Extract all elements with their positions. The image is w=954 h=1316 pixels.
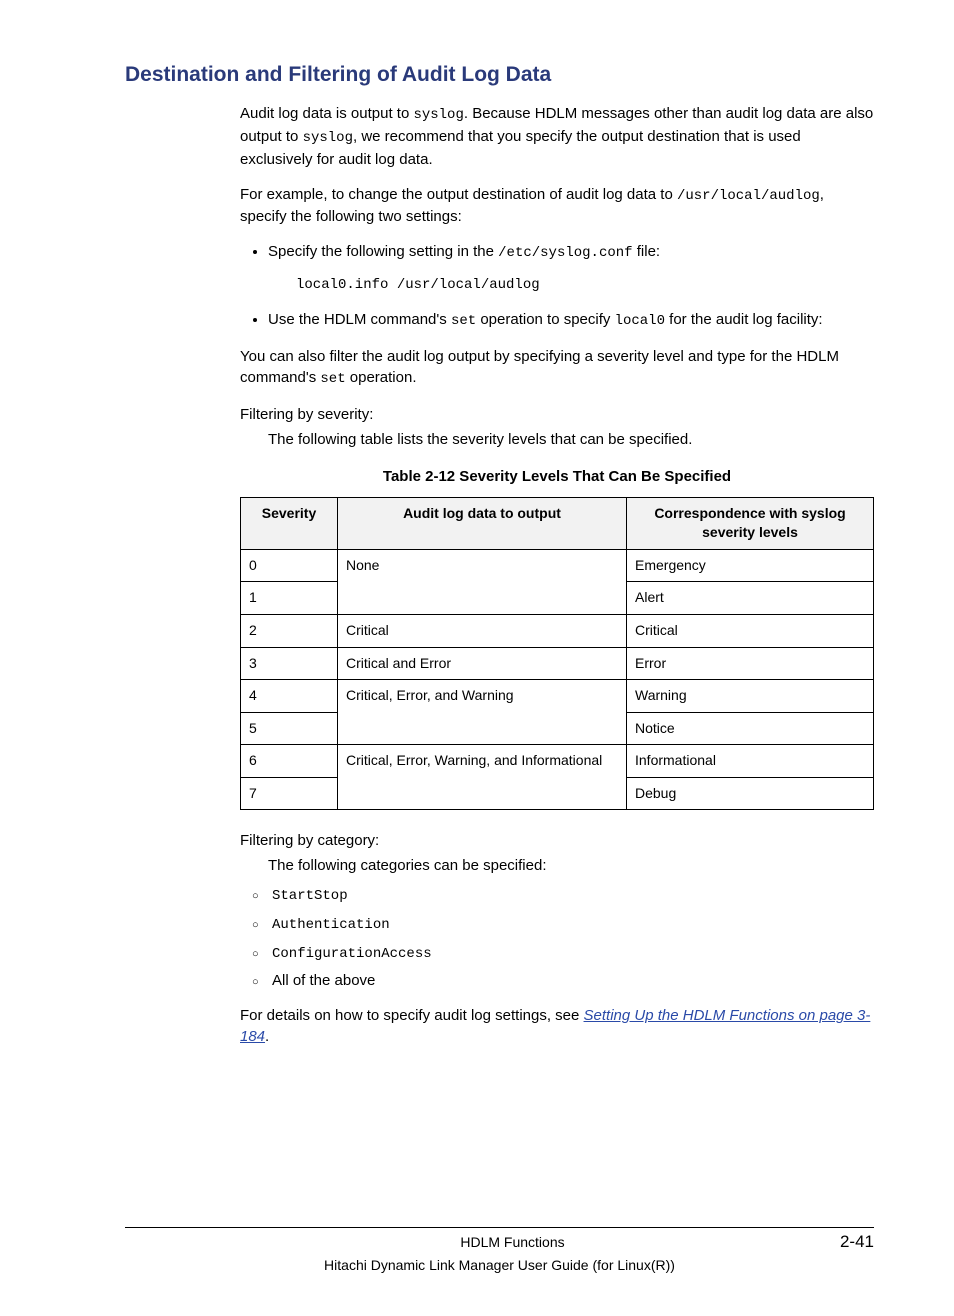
footer-book-title: Hitachi Dynamic Link Manager User Guide … [125, 1256, 874, 1276]
cell-severity: 3 [241, 647, 338, 680]
section-heading: Destination and Filtering of Audit Log D… [125, 60, 884, 89]
code-file: /etc/syslog.conf [498, 245, 632, 261]
cell-correspondence: Informational [627, 745, 874, 778]
cell-severity: 7 [241, 777, 338, 810]
filter-severity-term: Filtering by severity: [240, 404, 874, 425]
cell-output [338, 777, 627, 810]
text: For example, to change the output destin… [240, 186, 677, 203]
cell-output: Critical, Error, Warning, and Informatio… [338, 745, 627, 778]
cell-correspondence: Warning [627, 680, 874, 713]
table-row: 4Critical, Error, and WarningWarning [241, 680, 874, 713]
text: . [265, 1028, 269, 1045]
table-header-row: Severity Audit log data to output Corres… [241, 497, 874, 549]
code-set: set [320, 371, 345, 387]
text: Specify the following setting in the [268, 243, 498, 260]
list-item: Use the HDLM command's set operation to … [268, 309, 874, 332]
col-output: Audit log data to output [338, 497, 627, 549]
category-item: Authentication [272, 913, 874, 936]
category-list: StartStop Authentication ConfigurationAcce… [240, 884, 874, 991]
text: operation. [346, 369, 417, 386]
code-set: set [451, 313, 476, 329]
code-path: /usr/local/audlog [677, 188, 820, 204]
cell-severity: 5 [241, 712, 338, 745]
table-row: 1 Alert [241, 582, 874, 615]
filter-category-def: The following categories can be specifie… [268, 855, 874, 876]
text: For details on how to specify audit log … [240, 1007, 584, 1024]
cell-output: None [338, 549, 627, 582]
code-block: local0.info /usr/local/audlog [296, 276, 874, 296]
table-row: 3Critical and ErrorError [241, 647, 874, 680]
text: for the audit log facility: [665, 311, 823, 328]
col-severity: Severity [241, 497, 338, 549]
category-item: StartStop [272, 884, 874, 907]
table-row: 7 Debug [241, 777, 874, 810]
footer-line-1: HDLM Functions 2-41 [125, 1230, 874, 1254]
filter-severity-def: The following table lists the severity l… [268, 429, 874, 450]
code-category: StartStop [272, 888, 348, 904]
severity-table: Severity Audit log data to output Corres… [240, 497, 874, 811]
code-syslog: syslog [303, 130, 353, 146]
content-body: Audit log data is output to syslog. Beca… [240, 103, 874, 1047]
cell-severity: 2 [241, 614, 338, 647]
cell-output: Critical [338, 614, 627, 647]
filter-category-term: Filtering by category: [240, 830, 874, 851]
category-item: ConfigurationAccess [272, 942, 874, 965]
table-row: 5 Notice [241, 712, 874, 745]
paragraph-intro: Audit log data is output to syslog. Beca… [240, 103, 874, 169]
cell-severity: 4 [241, 680, 338, 713]
cell-correspondence: Error [627, 647, 874, 680]
table-caption: Table 2-12 Severity Levels That Can Be S… [240, 466, 874, 487]
table-row: 6Critical, Error, Warning, and Informati… [241, 745, 874, 778]
cell-correspondence: Alert [627, 582, 874, 615]
code-local0: local0 [615, 313, 665, 329]
settings-list: Specify the following setting in the /et… [240, 241, 874, 332]
table-row: 2CriticalCritical [241, 614, 874, 647]
cell-output: Critical and Error [338, 647, 627, 680]
code-syslog: syslog [413, 107, 463, 123]
code-category: Authentication [272, 917, 390, 933]
code-category: ConfigurationAccess [272, 946, 432, 962]
cell-severity: 1 [241, 582, 338, 615]
cell-severity: 6 [241, 745, 338, 778]
cell-correspondence: Debug [627, 777, 874, 810]
cell-severity: 0 [241, 549, 338, 582]
text: file: [633, 243, 661, 260]
text: operation to specify [476, 311, 614, 328]
list-item: Specify the following setting in the /et… [268, 241, 874, 295]
cell-correspondence: Emergency [627, 549, 874, 582]
paragraph-filter: You can also filter the audit log output… [240, 346, 874, 390]
cell-output: Critical, Error, and Warning [338, 680, 627, 713]
paragraph-details: For details on how to specify audit log … [240, 1005, 874, 1047]
col-correspondence: Correspondence with syslog severity leve… [627, 497, 874, 549]
text: Audit log data is output to [240, 105, 413, 122]
table-row: 0NoneEmergency [241, 549, 874, 582]
cell-correspondence: Critical [627, 614, 874, 647]
cell-output [338, 712, 627, 745]
category-item: All of the above [272, 970, 874, 991]
paragraph-example: For example, to change the output destin… [240, 184, 874, 228]
cell-correspondence: Notice [627, 712, 874, 745]
cell-output [338, 582, 627, 615]
footer-page-number: 2-41 [840, 1230, 874, 1254]
text: Use the HDLM command's [268, 311, 451, 328]
footer-section: HDLM Functions [185, 1233, 840, 1253]
